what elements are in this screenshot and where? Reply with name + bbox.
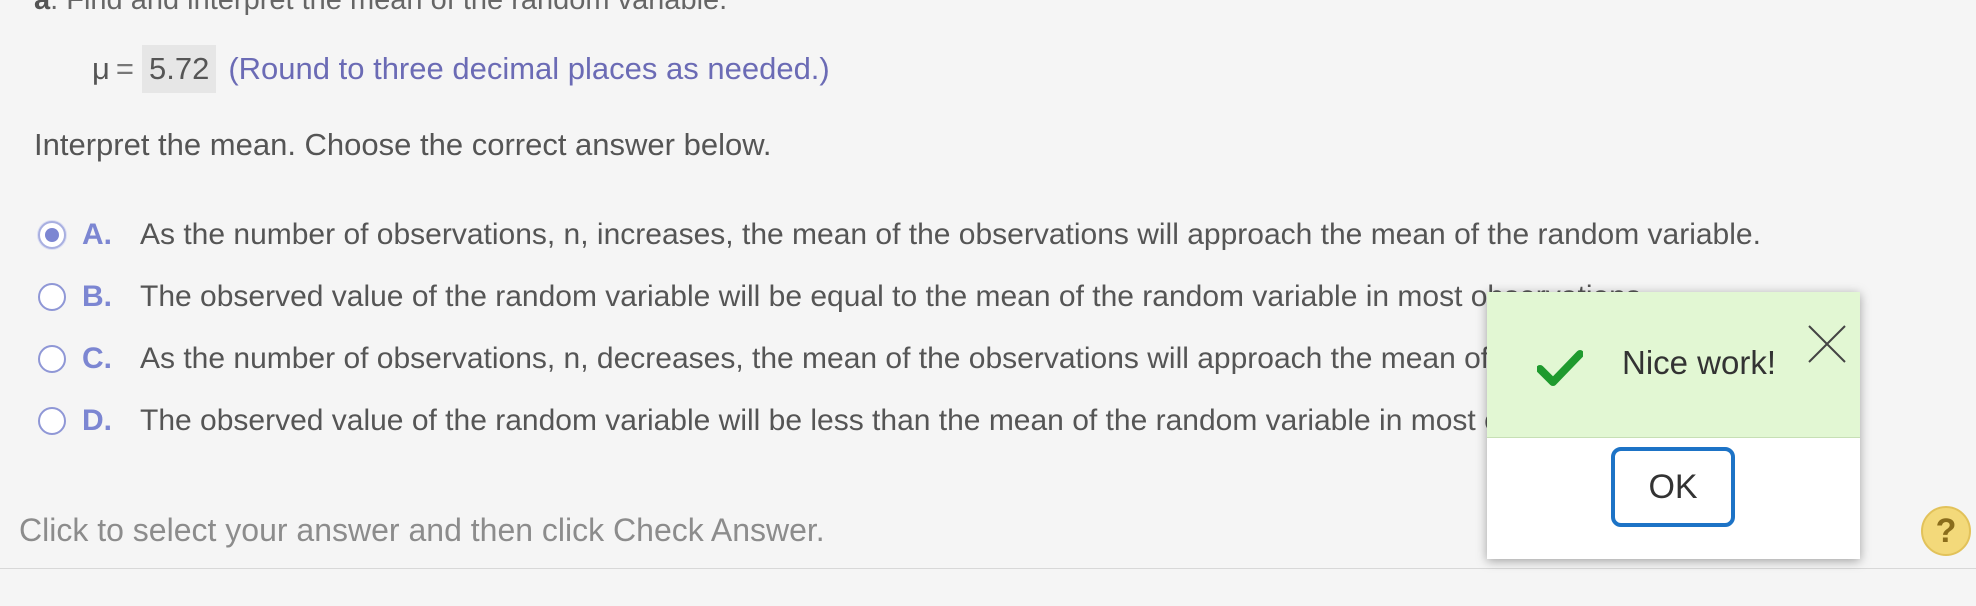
radio-button[interactable] <box>38 345 66 373</box>
mean-answer-box[interactable]: 5.72 <box>141 45 217 93</box>
interpret-prompt: Interpret the mean. Choose the correct a… <box>34 127 772 162</box>
option-letter: D. <box>82 404 112 437</box>
feedback-popup: Nice work! OK <box>1487 292 1860 559</box>
mu-symbol: μ <box>92 51 110 86</box>
option-b[interactable]: B. The observed value of the random vari… <box>38 272 1649 322</box>
popup-success-banner: Nice work! <box>1487 292 1860 438</box>
option-text: As the number of observations, n, increa… <box>140 218 1761 251</box>
radio-button-selected[interactable] <box>38 221 66 249</box>
rounding-note: (Round to three decimal places as needed… <box>228 51 830 86</box>
option-a[interactable]: A. As the number of observations, n, inc… <box>38 210 1761 260</box>
mean-answer-line: μ = 5.72 (Round to three decimal places … <box>92 44 830 94</box>
option-letter: C. <box>82 342 112 375</box>
question-part-letter: a <box>34 0 51 16</box>
help-button[interactable]: ? <box>1921 506 1971 556</box>
radio-button[interactable] <box>38 407 66 435</box>
option-letter: A. <box>82 218 112 251</box>
option-text: The observed value of the random variabl… <box>140 280 1650 313</box>
popup-message: Nice work! <box>1622 344 1777 381</box>
radio-button[interactable] <box>38 283 66 311</box>
checkmark-icon <box>1537 350 1583 386</box>
option-letter: B. <box>82 280 112 313</box>
option-d[interactable]: D. The observed value of the random vari… <box>38 396 1663 446</box>
footer-instruction: Click to select your answer and then cli… <box>19 512 825 548</box>
question-header: a. Find and interpret the mean of the ra… <box>34 0 727 17</box>
question-part-text: . Find and interpret the mean of the ran… <box>50 0 728 16</box>
ok-button[interactable]: OK <box>1611 447 1735 527</box>
close-icon[interactable] <box>1805 322 1849 366</box>
equals-sign: = <box>115 51 134 86</box>
option-text: The observed value of the random variabl… <box>140 404 1663 437</box>
footer-divider <box>0 568 1976 569</box>
